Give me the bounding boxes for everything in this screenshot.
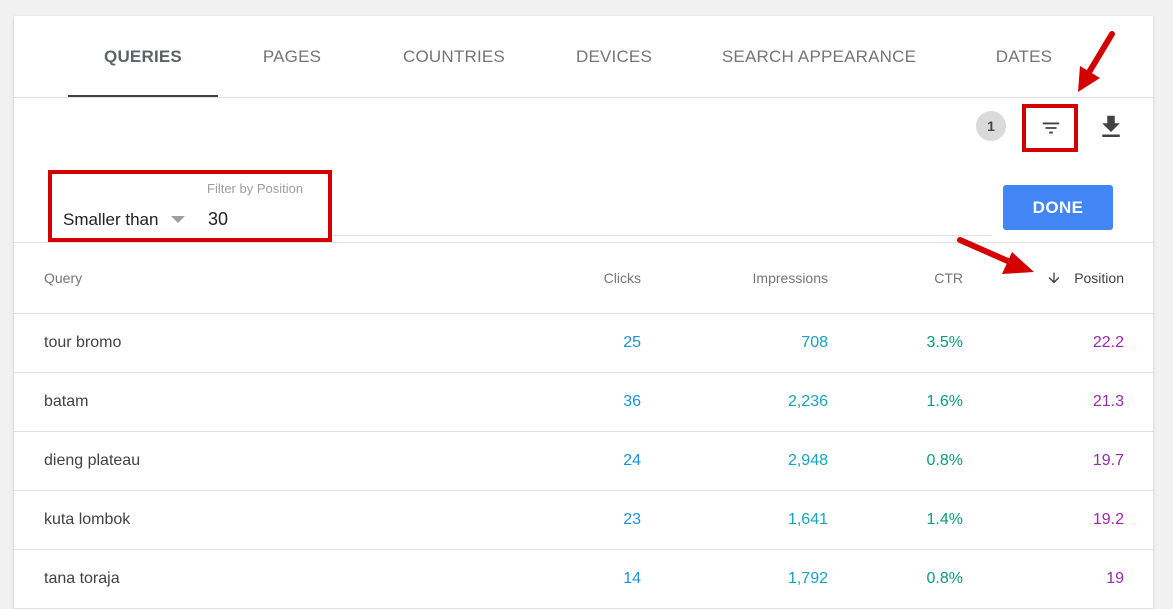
query-cell: kuta lombok <box>44 511 131 528</box>
column-header-query[interactable]: Query <box>44 243 82 313</box>
position-cell: 21.3 <box>1092 393 1124 410</box>
clicks-cell: 36 <box>623 393 641 410</box>
filter-button[interactable] <box>1022 104 1078 152</box>
column-header-position-label: Position <box>1074 270 1124 286</box>
query-cell: tana toraja <box>44 570 120 587</box>
column-header-ctr[interactable]: CTR <box>934 243 963 313</box>
position-cell: 22.2 <box>1092 334 1124 351</box>
tab-countries[interactable]: COUNTRIES <box>384 16 524 97</box>
column-header-clicks[interactable]: Clicks <box>604 243 641 313</box>
impressions-cell: 1,641 <box>787 511 828 528</box>
impressions-cell: 1,792 <box>787 570 828 587</box>
filter-label: Filter by Position <box>207 181 304 196</box>
filter-operator-select[interactable]: Smaller than <box>63 210 158 230</box>
report-tabs: QUERIES PAGES COUNTRIES DEVICES SEARCH A… <box>14 16 1153 98</box>
tab-search-appearance[interactable]: SEARCH APPEARANCE <box>714 16 924 97</box>
filter-value-input[interactable] <box>208 206 318 232</box>
position-cell: 19 <box>1106 570 1124 587</box>
tab-devices[interactable]: DEVICES <box>554 16 674 97</box>
position-cell: 19.7 <box>1092 452 1124 469</box>
filter-list-icon <box>1042 122 1060 134</box>
query-cell: tour bromo <box>44 334 122 351</box>
ctr-cell: 0.8% <box>926 570 963 587</box>
column-header-impressions[interactable]: Impressions <box>753 243 828 313</box>
download-button[interactable] <box>1096 112 1126 142</box>
query-cell: batam <box>44 393 89 410</box>
clicks-cell: 14 <box>623 570 641 587</box>
tab-dates[interactable]: DATES <box>974 16 1074 97</box>
tab-pages[interactable]: PAGES <box>232 16 352 97</box>
table-row[interactable]: dieng plateau 24 2,948 0.8% 19.7 <box>14 432 1153 491</box>
table-row[interactable]: batam 36 2,236 1.6% 21.3 <box>14 373 1153 432</box>
ctr-cell: 1.4% <box>926 511 963 528</box>
done-button[interactable]: DONE <box>1003 185 1113 230</box>
clicks-cell: 25 <box>623 334 641 351</box>
column-header-position[interactable]: Position <box>1046 243 1124 313</box>
position-cell: 19.2 <box>1092 511 1124 528</box>
table-row[interactable]: tour bromo 25 708 3.5% 22.2 <box>14 314 1153 373</box>
ctr-cell: 3.5% <box>926 334 963 351</box>
ctr-cell: 0.8% <box>926 452 963 469</box>
ctr-cell: 1.6% <box>926 393 963 410</box>
clicks-cell: 24 <box>623 452 641 469</box>
table-header-row: Query Clicks Impressions CTR Position <box>14 243 1153 314</box>
active-filter-count-badge: 1 <box>976 111 1006 141</box>
tab-queries[interactable]: QUERIES <box>68 16 218 97</box>
position-filter: Filter by Position Smaller than <box>48 170 332 242</box>
table-row[interactable]: kuta lombok 23 1,641 1.4% 19.2 <box>14 491 1153 550</box>
performance-report-card: QUERIES PAGES COUNTRIES DEVICES SEARCH A… <box>14 16 1153 609</box>
dropdown-caret-icon[interactable] <box>171 216 185 223</box>
query-cell: dieng plateau <box>44 452 141 469</box>
impressions-cell: 2,948 <box>787 452 828 469</box>
table-row[interactable]: tana toraja 14 1,792 0.8% 19 <box>14 550 1153 609</box>
arrow-down-icon <box>1048 272 1060 284</box>
clicks-cell: 23 <box>623 511 641 528</box>
queries-table: Query Clicks Impressions CTR Position to… <box>14 242 1153 609</box>
impressions-cell: 2,236 <box>787 393 828 410</box>
download-icon <box>1102 115 1120 137</box>
impressions-cell: 708 <box>801 334 828 351</box>
filter-divider <box>332 235 992 236</box>
